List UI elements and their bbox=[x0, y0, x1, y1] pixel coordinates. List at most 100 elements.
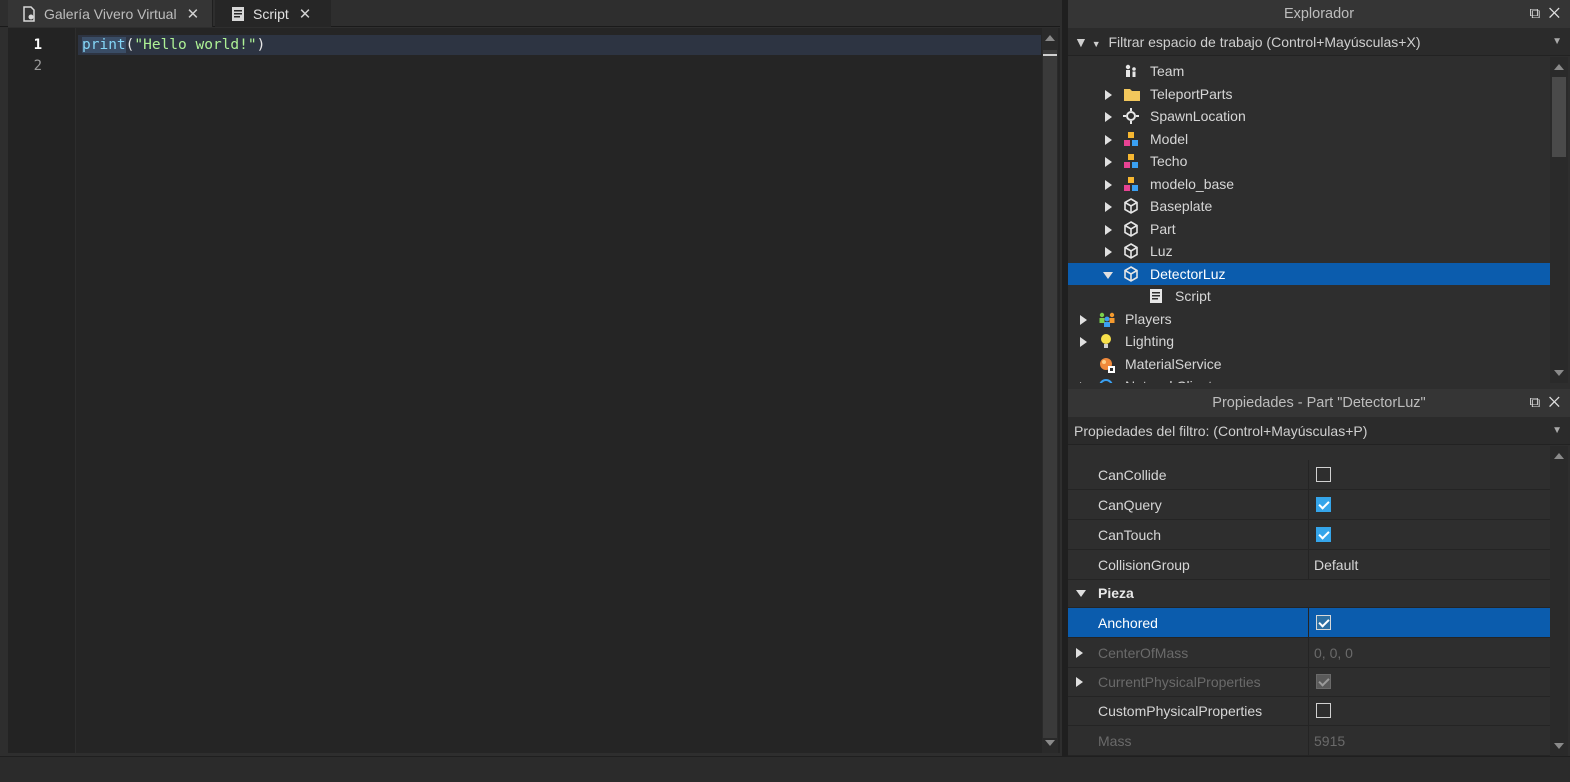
property-category[interactable]: Pieza bbox=[1068, 578, 1550, 608]
tree-item-techo[interactable]: Techo bbox=[1068, 150, 1550, 172]
properties-grid[interactable]: CanCollide CanQuery CanTouch CollisionGroup… bbox=[1068, 446, 1550, 756]
property-name: CurrentPhysicalProperties bbox=[1098, 674, 1261, 690]
tab-script[interactable]: Script ✕ bbox=[215, 0, 331, 27]
undock-icon[interactable]: ⧉ bbox=[1530, 394, 1541, 411]
expand-arrow-icon[interactable] bbox=[1105, 89, 1112, 100]
property-row[interactable]: CanTouch bbox=[1068, 520, 1550, 550]
property-row[interactable]: Mass 5915 bbox=[1068, 726, 1550, 756]
scroll-down-icon[interactable] bbox=[1554, 743, 1564, 749]
code-editor[interactable]: 1 2 print("Hello world!") bbox=[8, 28, 1060, 753]
property-value[interactable] bbox=[1308, 608, 1550, 638]
close-icon[interactable]: ✕ bbox=[1549, 5, 1560, 22]
property-name: Mass bbox=[1098, 733, 1132, 749]
scrollbar-thumb[interactable] bbox=[1552, 77, 1566, 157]
expand-arrow-icon[interactable] bbox=[1105, 134, 1112, 145]
tree-item-players[interactable]: Players bbox=[1068, 308, 1550, 330]
studio-window: Galería Vivero Virtual ✕ Script ✕ 1 2 pr… bbox=[0, 0, 1570, 782]
filter-dropdown-icon[interactable]: ▼ bbox=[1092, 39, 1101, 49]
tree-item-networkclient[interactable]: NetworkClient bbox=[1068, 375, 1550, 383]
tree-item-modelo-base[interactable]: modelo_base bbox=[1068, 173, 1550, 195]
filter-icon: ▼ bbox=[1074, 34, 1088, 50]
expand-arrow-icon[interactable] bbox=[1080, 314, 1087, 325]
script-icon bbox=[231, 6, 245, 22]
tree-item-label: TeleportParts bbox=[1150, 85, 1233, 102]
close-icon[interactable]: ✕ bbox=[187, 5, 200, 23]
checkbox-checked[interactable] bbox=[1316, 527, 1331, 542]
expand-arrow-icon[interactable] bbox=[1105, 247, 1112, 257]
chevron-down-icon[interactable]: ▼ bbox=[1552, 28, 1562, 56]
expand-arrow-icon[interactable] bbox=[1076, 677, 1083, 687]
property-value bbox=[1308, 667, 1550, 697]
scroll-up-icon[interactable] bbox=[1554, 64, 1564, 70]
expand-arrow-icon[interactable] bbox=[1105, 157, 1112, 167]
tree-item-lighting[interactable]: Lighting bbox=[1068, 330, 1550, 352]
line-number: 1 bbox=[33, 37, 42, 53]
tree-item-baseplate[interactable]: Baseplate bbox=[1068, 195, 1550, 217]
property-row[interactable]: CanQuery bbox=[1068, 490, 1550, 520]
scroll-down-icon[interactable] bbox=[1045, 740, 1055, 746]
close-icon[interactable]: ✕ bbox=[1549, 394, 1560, 411]
property-row[interactable]: CanCollide bbox=[1068, 460, 1550, 490]
collapse-arrow-icon[interactable] bbox=[1076, 590, 1086, 597]
code-line[interactable]: print("Hello world!") bbox=[78, 35, 1041, 55]
expand-arrow-icon[interactable] bbox=[1080, 337, 1087, 347]
tree-item-label: Players bbox=[1125, 310, 1172, 327]
explorer-tree[interactable]: Team TeleportParts SpawnLocation Model Techo… bbox=[1068, 57, 1550, 383]
expand-arrow-icon[interactable] bbox=[1080, 382, 1087, 383]
expand-arrow-icon[interactable] bbox=[1076, 648, 1083, 658]
property-value[interactable] bbox=[1308, 460, 1550, 490]
property-row[interactable]: CurrentPhysicalProperties bbox=[1068, 667, 1550, 697]
tree-item-label: Baseplate bbox=[1150, 198, 1213, 214]
property-value[interactable] bbox=[1308, 520, 1550, 550]
tree-item-materialservice[interactable]: MaterialService bbox=[1068, 353, 1550, 375]
property-value[interactable]: Default bbox=[1308, 550, 1550, 580]
property-row[interactable]: CustomPhysicalProperties bbox=[1068, 696, 1550, 726]
checkbox-unchecked[interactable] bbox=[1316, 467, 1331, 482]
property-row[interactable]: CenterOfMass 0, 0, 0 bbox=[1068, 638, 1550, 668]
tree-item-spawnlocation[interactable]: SpawnLocation bbox=[1068, 105, 1550, 127]
editor-scrollbar[interactable] bbox=[1042, 28, 1058, 753]
properties-scrollbar[interactable] bbox=[1550, 446, 1568, 756]
collapse-arrow-icon[interactable] bbox=[1103, 271, 1113, 279]
scroll-up-icon[interactable] bbox=[1045, 35, 1055, 41]
part-icon bbox=[1123, 198, 1139, 214]
property-value: 0, 0, 0 bbox=[1308, 638, 1550, 668]
code-string: "Hello world!" bbox=[134, 37, 257, 53]
code-paren: ) bbox=[256, 37, 266, 53]
expand-arrow-icon[interactable] bbox=[1105, 112, 1112, 122]
tree-item-detectorluz[interactable]: DetectorLuz bbox=[1068, 262, 1550, 285]
tab-galeria-vivero-virtual[interactable]: Galería Vivero Virtual ✕ bbox=[8, 0, 213, 27]
scroll-up-icon[interactable] bbox=[1554, 453, 1564, 459]
checkbox-checked[interactable] bbox=[1316, 497, 1331, 512]
tree-item-team[interactable]: Team bbox=[1068, 60, 1550, 82]
tree-item-label: Techo bbox=[1150, 153, 1188, 169]
expand-arrow-icon[interactable] bbox=[1105, 224, 1112, 235]
scrollbar-thumb[interactable] bbox=[1043, 50, 1057, 738]
tree-item-teleportparts[interactable]: TeleportParts bbox=[1068, 83, 1550, 105]
property-value[interactable] bbox=[1308, 490, 1550, 520]
close-icon[interactable]: ✕ bbox=[299, 5, 312, 23]
tree-item-script[interactable]: Script bbox=[1068, 285, 1550, 307]
tree-item-model[interactable]: Model bbox=[1068, 128, 1550, 150]
expand-arrow-icon[interactable] bbox=[1105, 179, 1112, 190]
model-icon bbox=[1123, 131, 1139, 147]
part-icon bbox=[1123, 265, 1139, 282]
explorer-filter-input[interactable]: ▼ ▼ Filtrar espacio de trabajo (Control+… bbox=[1068, 28, 1570, 56]
checkbox-checked[interactable] bbox=[1316, 615, 1331, 630]
property-value[interactable] bbox=[1308, 696, 1550, 726]
part-icon bbox=[1123, 243, 1139, 259]
property-row[interactable]: CollisionGroup Default bbox=[1068, 550, 1550, 580]
explorer-scrollbar[interactable] bbox=[1550, 57, 1568, 383]
status-bar bbox=[0, 756, 1570, 782]
expand-arrow-icon[interactable] bbox=[1105, 202, 1112, 212]
property-row[interactable]: Anchored bbox=[1068, 608, 1550, 638]
properties-filter-input[interactable]: Propiedades del filtro: (Control+Mayúscu… bbox=[1068, 417, 1570, 445]
tree-item-luz[interactable]: Luz bbox=[1068, 240, 1550, 262]
tree-item-label: Model bbox=[1150, 130, 1189, 147]
undock-icon[interactable]: ⧉ bbox=[1530, 5, 1541, 22]
checkbox-unchecked[interactable] bbox=[1316, 703, 1331, 718]
chevron-down-icon[interactable]: ▼ bbox=[1552, 417, 1562, 445]
tree-item-part[interactable]: Part bbox=[1068, 218, 1550, 240]
property-name: CanQuery bbox=[1098, 497, 1162, 513]
scroll-down-icon[interactable] bbox=[1554, 370, 1564, 376]
